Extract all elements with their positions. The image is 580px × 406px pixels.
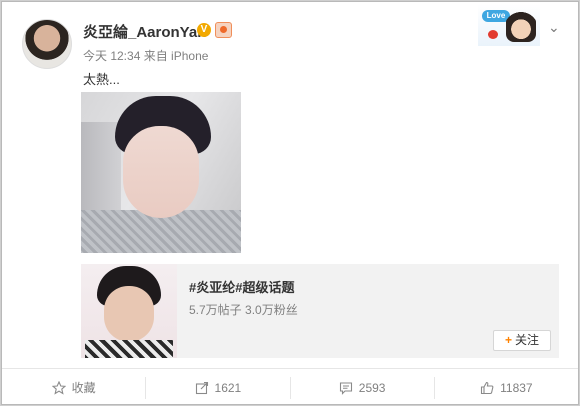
post-text: 太熱...	[83, 72, 120, 87]
topic-title[interactable]: #炎亚纶#超级话题	[189, 277, 294, 296]
author-avatar[interactable]	[22, 19, 72, 69]
comment-icon	[339, 381, 352, 395]
chevron-down-icon[interactable]: ⌄	[548, 19, 560, 36]
repost-icon	[195, 381, 208, 394]
apple-icon	[488, 30, 498, 39]
post-time[interactable]: 今天 12:34	[83, 49, 140, 63]
topic-image-shirt	[85, 340, 173, 358]
topic-stats: 5.7万帖子 3.0万粉丝	[189, 303, 298, 317]
post-source: 来自 iPhone	[143, 49, 209, 63]
follow-label: 关注	[515, 333, 540, 347]
favorite-button[interactable]: 收藏	[2, 377, 145, 399]
comment-button[interactable]: 2593	[289, 376, 434, 399]
cartoon-avatar-icon	[506, 10, 536, 42]
photo-face	[123, 126, 199, 218]
favorite-label: 收藏	[71, 381, 96, 395]
verified-badge-icon: V	[197, 23, 211, 37]
repost-count: 1621	[214, 380, 242, 395]
plus-icon: +	[504, 333, 512, 347]
action-bar: 收藏 1621 2593 11837	[2, 368, 578, 406]
weibo-post-card: 炎亞綸_AaronYan V 今天 12:34 来自 iPhone Love ⌄…	[1, 1, 579, 405]
topic-image-face	[104, 286, 154, 342]
vip-badge-icon	[215, 22, 232, 38]
post-photo[interactable]	[81, 92, 241, 253]
like-button[interactable]: 11837	[433, 376, 578, 399]
thumbs-up-icon	[481, 381, 494, 394]
topic-image[interactable]	[81, 264, 177, 358]
super-topic-card[interactable]: #炎亚纶#超级话题 5.7万帖子 3.0万粉丝 + 关注	[81, 264, 559, 358]
follow-button[interactable]: + 关注	[493, 330, 551, 351]
post-meta: 今天 12:34 来自 iPhone	[83, 47, 208, 64]
star-icon	[51, 380, 66, 395]
author-name[interactable]: 炎亞綸_AaronYan	[83, 21, 206, 42]
profile-sticker: Love	[478, 4, 540, 46]
comment-count: 2593	[358, 380, 386, 395]
repost-button[interactable]: 1621	[145, 376, 289, 399]
like-count: 11837	[500, 380, 533, 395]
